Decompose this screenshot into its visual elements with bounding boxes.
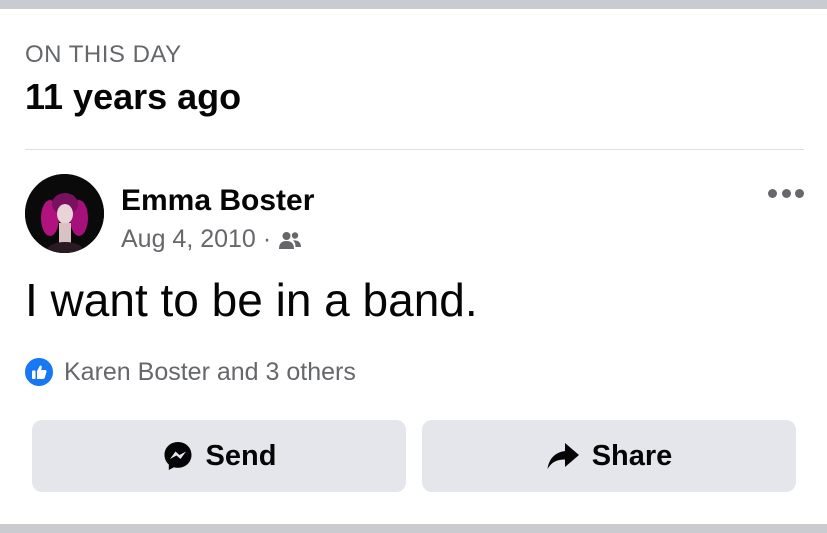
more-dot <box>768 188 777 198</box>
avatar[interactable] <box>25 174 104 253</box>
post-date[interactable]: Aug 4, 2010 <box>121 225 256 254</box>
meta-separator: · <box>262 225 272 253</box>
post-meta: Aug 4, 2010 · <box>121 225 302 254</box>
reactions-summary[interactable]: Karen Boster and 3 others <box>23 356 356 388</box>
post-text: I want to be in a band. <box>25 274 478 326</box>
like-icon <box>23 356 55 388</box>
more-dot <box>795 188 804 198</box>
memory-title: 11 years ago <box>25 76 242 117</box>
reactions-text: Karen Boster and 3 others <box>64 357 356 386</box>
section-label: ON THIS DAY <box>25 41 182 68</box>
share-arrow-icon <box>546 441 580 471</box>
send-button[interactable]: Send <box>32 420 406 492</box>
bottom-separator <box>0 524 827 533</box>
top-separator <box>0 0 827 9</box>
messenger-icon <box>162 440 194 472</box>
share-button[interactable]: Share <box>422 420 796 492</box>
divider <box>25 149 804 150</box>
more-options-icon[interactable] <box>768 186 804 200</box>
post-author[interactable]: Emma Boster <box>121 184 314 218</box>
friends-icon[interactable] <box>278 230 302 250</box>
send-label: Send <box>205 439 277 472</box>
more-dot <box>781 188 791 198</box>
avatar-image <box>25 174 104 253</box>
share-label: Share <box>591 439 673 472</box>
